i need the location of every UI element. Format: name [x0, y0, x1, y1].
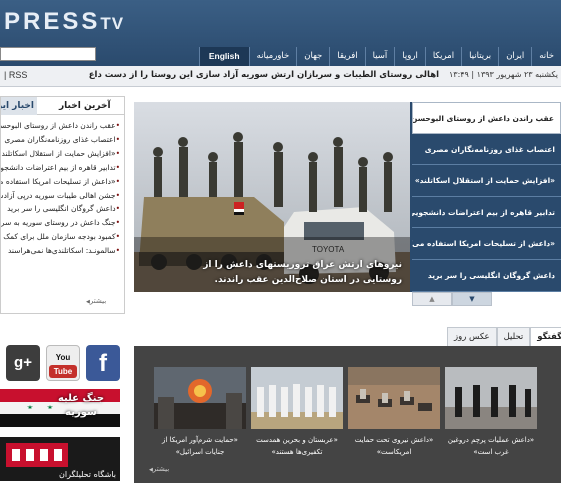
list-item[interactable]: اعتصاب غذای روزنامه‌نگاران مصری — [1, 133, 120, 147]
search-input[interactable] — [0, 47, 96, 61]
nav-britain[interactable]: بریتانیا — [461, 47, 498, 66]
youtube-icon[interactable]: You Tube — [46, 345, 80, 381]
nav-home[interactable]: خانه — [531, 47, 561, 66]
list-item[interactable]: «داعش از تسلیحات امریکا استفاده می‌کند» — [1, 175, 120, 189]
latest-more-link[interactable]: بیشتر — [86, 297, 106, 305]
list-item[interactable]: «افزایش حمایت از استقلال اسکاتلند» — [1, 147, 120, 161]
chevron-down-icon[interactable]: ▼ — [452, 292, 492, 306]
tab-photo-of-day[interactable]: عکس روز — [447, 327, 497, 346]
media-caption: «داعش نیروی تحت حمایت امریکاست» — [354, 436, 434, 456]
tab-iran-news[interactable]: اخبار ایران — [1, 97, 37, 115]
ticker-datetime: یکشنبه ۲۳ شهریور ۱۳۹۳ | ۱۳:۴۹ — [448, 70, 558, 79]
nav-iran[interactable]: ایران — [498, 47, 531, 66]
social-links: g+ You Tube f — [6, 345, 120, 381]
tab-interview[interactable]: گفتگو — [530, 327, 561, 346]
media-caption: «عربستان و بحرین همدست تکفیری‌ها هستند» — [256, 436, 338, 456]
multimedia-tabs: گفتگو تحلیل عکس روز — [447, 327, 561, 346]
media-card[interactable]: «حمایت شرم‌آور امریکا از جنایات اسرائیل» — [154, 367, 246, 458]
list-item[interactable]: جشن اهالی طیبات سوریه درپی آزادسازی — [1, 189, 120, 203]
featured-slider: TOYOTA نیروهای ارتش عراق تروریستهای داعش… — [134, 102, 561, 292]
multimedia-panel: «داعش عملیات پرچم دروغین غرب است» «داعش … — [134, 346, 561, 483]
rss-link[interactable]: | RSS — [4, 70, 27, 80]
tab-analysis[interactable]: تحلیل — [496, 327, 531, 346]
featured-item[interactable]: «افزایش حمایت از استقلال اسکاتلند» — [412, 165, 561, 197]
latest-news-tabs: اخبار ایران آخرین اخبار — [1, 97, 124, 115]
media-thumbnail — [445, 367, 537, 429]
google-plus-icon[interactable]: g+ — [6, 345, 40, 381]
nav-middle-east[interactable]: خاورمیانه — [248, 47, 297, 66]
hero-image[interactable]: TOYOTA نیروهای ارتش عراق تروریستهای داعش… — [134, 102, 410, 292]
featured-item-active[interactable]: عقب راندن داعش از روستای البوحسن — [412, 102, 561, 134]
slider-arrows: ▲ ▼ — [412, 292, 492, 306]
list-item[interactable]: سالمونـد: اسکاتلندی‌ها نمی‌هراسند — [1, 244, 120, 258]
nav-america[interactable]: امریکا — [424, 47, 461, 66]
media-card[interactable]: «داعش نیروی تحت حمایت امریکاست» — [348, 367, 440, 458]
hero-caption[interactable]: نیروهای ارتش عراق تروریستهای داعش را از … — [162, 258, 402, 288]
news-analysts-banner[interactable]: باشگاه تحلیلگران — [0, 437, 120, 481]
media-thumbnail — [348, 367, 440, 429]
featured-item[interactable]: تدابیر قاهره از بیم اعتراضات دانشجویی — [412, 197, 561, 229]
nav-asia[interactable]: آسیا — [364, 47, 395, 66]
nav-english[interactable]: English — [198, 47, 249, 66]
news-analysts-label: باشگاه تحلیلگران — [59, 470, 116, 479]
featured-item[interactable]: اعتصاب غذای روزنامه‌نگاران مصری — [412, 134, 561, 166]
latest-news-list: عقب راندن داعش از روستای البوحسن اعتصاب … — [1, 115, 124, 258]
tab-latest-news[interactable]: آخرین اخبار — [59, 97, 111, 115]
list-item[interactable]: عقب راندن داعش از روستای البوحسن — [1, 119, 120, 133]
list-item[interactable]: کمبود بودجه سازمان ملل برای کمک به — [1, 230, 120, 244]
media-caption: «حمایت شرم‌آور امریکا از جنایات اسرائیل» — [162, 436, 238, 456]
chevron-up-icon[interactable]: ▲ — [412, 292, 452, 306]
site-header: PRESSTV خانه ایران بریتانیا امریکا اروپا… — [0, 0, 561, 66]
news-ticker-bar: | RSS اهالی روستای الطیبات و سربازان ارت… — [0, 66, 561, 87]
nav-europe[interactable]: اروپا — [394, 47, 425, 66]
list-item[interactable]: جنگ داعش در روستای سوریه به سر جویی — [1, 216, 120, 230]
media-thumbnail — [251, 367, 343, 429]
featured-item[interactable]: «داعش از تسلیحات امریکا استفاده می‌کند» — [412, 228, 561, 260]
ticker-headline[interactable]: اهالی روستای الطیبات و سربازان ارتش سوری… — [89, 70, 439, 80]
media-thumbnail — [154, 367, 246, 429]
facebook-icon[interactable]: f — [86, 345, 120, 381]
nav-world[interactable]: جهان — [296, 47, 329, 66]
latest-news-box: اخبار ایران آخرین اخبار عقب راندن داعش ا… — [0, 96, 125, 314]
presstv-logo[interactable]: PRESSTV — [4, 8, 124, 36]
media-card[interactable]: «عربستان و بحرین همدست تکفیری‌ها هستند» — [251, 367, 343, 458]
list-item[interactable]: تدابیر قاهره از بیم اعتراضات دانشجویی — [1, 161, 120, 175]
main-nav: خانه ایران بریتانیا امریکا اروپا آسیا اف… — [198, 47, 561, 66]
featured-headlines: عقب راندن داعش از روستای البوحسن اعتصاب … — [412, 102, 561, 292]
nav-africa[interactable]: افریقا — [329, 47, 364, 66]
featured-item[interactable]: داعش گروگان انگلیسی را سر برید — [412, 260, 561, 292]
media-card[interactable]: «داعش عملیات پرچم دروغین غرب است» — [445, 367, 537, 458]
war-on-syria-banner[interactable]: جنگ علیه سوریه — [0, 389, 120, 427]
multimedia-more-link[interactable]: بیشتر — [149, 465, 169, 473]
war-on-syria-label: جنگ علیه سوریه — [57, 393, 105, 418]
media-caption: «داعش عملیات پرچم دروغین غرب است» — [447, 436, 535, 456]
list-item[interactable]: داعش گروگان انگلیسی را سر برید — [1, 202, 120, 216]
